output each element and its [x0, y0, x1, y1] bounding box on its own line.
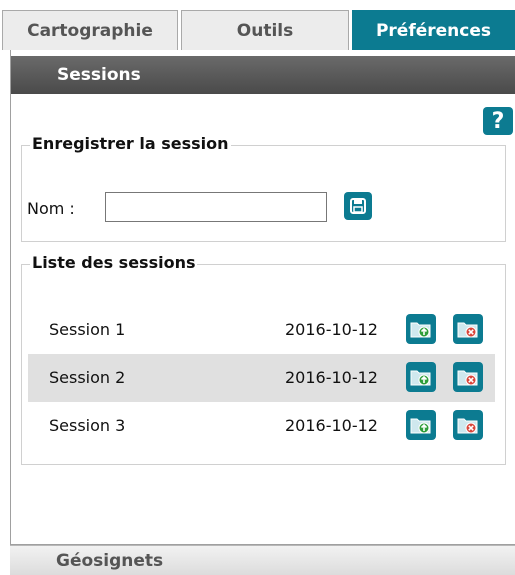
sessions-header[interactable]: Sessions [11, 56, 515, 94]
folder-delete-icon [457, 322, 478, 338]
session-name: Session 1 [49, 320, 126, 339]
load-session-button[interactable] [406, 410, 436, 440]
session-name: Session 2 [49, 368, 126, 387]
folder-delete-icon [457, 370, 478, 386]
session-date: 2016-10-12 [285, 320, 378, 339]
help-icon[interactable]: ? [483, 107, 513, 135]
preferences-panel: Sessions ? Enregistrer la session Nom : … [10, 50, 515, 545]
delete-session-button[interactable] [453, 314, 483, 344]
save-icon [350, 198, 366, 214]
geosignets-section-header[interactable]: Géosignets [10, 545, 515, 575]
session-name: Session 3 [49, 416, 126, 435]
session-row: Session 3 2016-10-12 [28, 402, 495, 450]
session-row: Session 2 2016-10-12 [28, 354, 495, 402]
delete-session-button[interactable] [453, 410, 483, 440]
tab-outils[interactable]: Outils [181, 10, 349, 50]
tab-cartographie[interactable]: Cartographie [2, 10, 178, 50]
load-session-button[interactable] [406, 362, 436, 392]
session-date: 2016-10-12 [285, 368, 378, 387]
session-date: 2016-10-12 [285, 416, 378, 435]
tab-bar: Cartographie Outils Préférences [0, 0, 515, 50]
folder-delete-icon [457, 418, 478, 434]
folder-load-icon [410, 418, 431, 434]
delete-session-button[interactable] [453, 362, 483, 392]
name-label: Nom : [27, 199, 75, 218]
load-session-button[interactable] [406, 314, 436, 344]
save-session-button[interactable] [344, 192, 372, 220]
session-name-input[interactable] [105, 192, 327, 222]
folder-load-icon [410, 370, 431, 386]
tab-preferences[interactable]: Préférences [352, 10, 515, 50]
save-session-legend: Enregistrer la session [30, 134, 231, 153]
session-row: Session 1 2016-10-12 [28, 306, 495, 354]
folder-load-icon [410, 322, 431, 338]
sessions-list-legend: Liste des sessions [30, 253, 198, 272]
